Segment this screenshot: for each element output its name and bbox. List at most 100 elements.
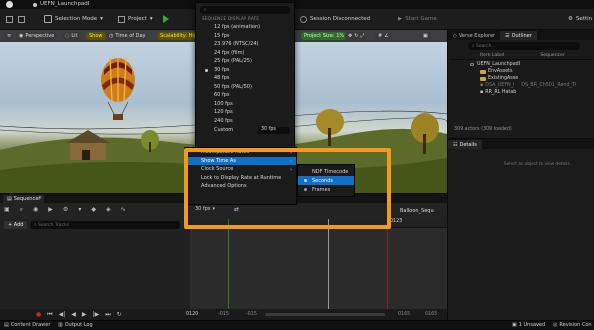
editor-window: UEFN_LaunchpadI Selection Mode ▾ Project… xyxy=(0,0,594,330)
track-search-input[interactable]: ⌕ Search Tracks xyxy=(30,221,180,229)
fps-option[interactable]: 30 fps xyxy=(196,66,294,75)
fps-option[interactable]: 15 fps xyxy=(196,32,294,41)
tab-outliner-label: Outliner xyxy=(511,32,532,39)
sequencer-timeline[interactable] xyxy=(190,219,447,309)
render-icon[interactable]: ▶ xyxy=(48,206,53,214)
tree-row-label: EnvAssets xyxy=(488,69,513,74)
play-button[interactable] xyxy=(163,14,169,24)
fps-option[interactable]: 23.976 (NTSC/24) xyxy=(196,40,294,49)
transform-tools[interactable]: ✥ ↻ ⤢ xyxy=(345,32,368,40)
fps-option-label: 60 fps xyxy=(214,92,230,99)
tree-row-label: ExistingAsse xyxy=(488,76,519,81)
time-of-day-button[interactable]: ◷ Time of Day xyxy=(106,32,149,40)
settings-icon[interactable]: ⚙ xyxy=(63,206,68,214)
project-size-badge[interactable]: Project Size: 1% xyxy=(301,32,348,40)
show-button[interactable]: Show xyxy=(86,32,106,40)
settings-button[interactable]: ⚙ Settin xyxy=(568,14,592,24)
tab-details[interactable]: ☷ Details xyxy=(448,140,482,149)
step-forward-icon[interactable]: |▶ xyxy=(93,311,100,319)
title-bar: UEFN_LaunchpadI xyxy=(0,0,594,9)
camera-icon[interactable]: ◉ xyxy=(33,206,38,214)
add-track-button[interactable]: + Add xyxy=(4,221,28,229)
browse-button[interactable] xyxy=(18,14,25,24)
details-icon: ☷ xyxy=(453,141,458,148)
tab-outliner[interactable]: ☰ Outliner xyxy=(500,31,537,40)
fps-option-label: 12 fps (animation) xyxy=(214,24,261,31)
display-rate-search[interactable]: ⌕ xyxy=(200,6,290,14)
play-reverse-icon[interactable]: ◀ xyxy=(71,311,76,319)
actor-count: 309 actors (309 loaded) xyxy=(454,127,512,132)
play-icon[interactable]: ▶ xyxy=(82,311,87,319)
save-icon xyxy=(6,15,13,23)
fps-option[interactable]: 24 fps (film) xyxy=(196,49,294,58)
start-game-button[interactable]: ▶ Start Game xyxy=(398,14,437,24)
tab-verse-explorer[interactable]: ◇ Verse Explorer xyxy=(448,31,500,40)
skip-back-icon[interactable]: ⏮ xyxy=(47,311,52,319)
record-icon[interactable]: ● xyxy=(36,311,41,319)
fps-option[interactable]: 120 fps xyxy=(196,108,294,117)
save-icon[interactable]: ▣ xyxy=(4,206,10,214)
content-drawer-button[interactable]: ▤ Content Drawer xyxy=(4,322,50,328)
start-marker[interactable] xyxy=(228,219,229,309)
custom-rate-row: Custom 30 fps xyxy=(196,126,294,135)
snap-icon[interactable]: ◈ xyxy=(106,206,111,214)
tree-row[interactable]: ▪ DSA_UEFN_I DS_BR_Ch501_Rend_Ti xyxy=(450,82,593,89)
fps-option[interactable]: 48 fps xyxy=(196,74,294,83)
unreal-logo-icon[interactable] xyxy=(6,1,13,8)
key-icon[interactable]: ◆ xyxy=(91,206,96,214)
outliner-search-input[interactable]: ⌕ Search... xyxy=(468,42,580,50)
close-icon[interactable]: × xyxy=(38,195,42,201)
curve-icon[interactable]: ∿ xyxy=(121,206,126,214)
move-icon: ✥ xyxy=(348,33,353,39)
fps-option[interactable]: 50 fps (PAL/50) xyxy=(196,83,294,92)
visibility-icon[interactable] xyxy=(470,63,474,66)
playhead[interactable] xyxy=(328,219,329,309)
fps-option[interactable]: 240 fps xyxy=(196,117,294,126)
clock-icon: ◷ xyxy=(109,33,114,39)
tree-row[interactable]: ExistingAsse xyxy=(450,75,593,82)
perspective-label: Perspective xyxy=(25,33,55,39)
fps-list: 12 fps (animation) 15 fps 23.976 (NTSC/24)… xyxy=(196,23,294,125)
lit-button[interactable]: ◌ Lit xyxy=(62,32,81,40)
column-item-label[interactable]: Item Label xyxy=(480,53,504,59)
fps-option[interactable]: 25 fps (PAL/25) xyxy=(196,57,294,66)
save-button[interactable] xyxy=(6,14,13,24)
revision-control-button[interactable]: ◎ Revision Con xyxy=(553,322,592,328)
viewport-options-button[interactable]: ≡ xyxy=(4,32,15,40)
search-icon: ⌕ xyxy=(204,8,207,13)
frame-neg[interactable]: -015 xyxy=(218,312,229,317)
custom-rate-input[interactable]: 30 fps xyxy=(258,127,290,134)
fps-option[interactable]: 12 fps (animation) xyxy=(196,23,294,32)
session-status[interactable]: Session Disconnected xyxy=(300,14,370,24)
cursor-icon xyxy=(44,15,52,23)
tree-row[interactable]: ▪ RR_RL Hatab xyxy=(450,89,593,96)
step-back-icon[interactable]: ◀| xyxy=(59,311,66,319)
frame-start[interactable]: 0120 xyxy=(186,312,198,317)
sequencer-track-list: + Add ⌕ Search Tracks xyxy=(0,219,190,309)
column-type[interactable]: Sequencer xyxy=(540,53,565,59)
fps-option[interactable]: 100 fps xyxy=(196,100,294,109)
frame-end[interactable]: 0165 xyxy=(398,312,410,317)
tree-row[interactable]: UEFN_LaunchpadI xyxy=(450,61,593,68)
project-icon xyxy=(33,3,37,7)
scalability-warning[interactable]: Scalability: Hig xyxy=(157,32,200,40)
perspective-button[interactable]: ◉ Perspective xyxy=(16,32,58,40)
selection-mode-dropdown[interactable]: Selection Mode ▾ xyxy=(44,14,103,24)
timeline-scrollbar[interactable] xyxy=(265,313,385,316)
fps-option[interactable]: 60 fps xyxy=(196,91,294,100)
project-dropdown[interactable]: Project ▾ xyxy=(118,14,153,24)
settings-label: Settin xyxy=(575,16,593,22)
filter-icon[interactable]: ▾ xyxy=(78,206,81,214)
unsaved-button[interactable]: ▣ 1 Unsaved xyxy=(512,322,545,328)
skip-forward-icon[interactable]: ⏭ xyxy=(105,311,110,319)
search-icon[interactable]: ⌕ xyxy=(20,206,23,214)
frame-end-2[interactable]: 0165 xyxy=(425,312,437,317)
frame-neg-2[interactable]: -015 xyxy=(246,312,257,317)
camera-speed[interactable]: ▣ xyxy=(420,32,431,40)
tree-row[interactable]: EnvAssets xyxy=(450,68,593,75)
loop-icon[interactable]: ↻ xyxy=(117,311,122,319)
fps-option-label: 120 fps xyxy=(214,109,233,116)
end-marker[interactable] xyxy=(387,219,388,309)
snap-tools[interactable]: # ∠ xyxy=(375,32,392,40)
output-log-button[interactable]: ▥ Output Log xyxy=(58,322,93,328)
